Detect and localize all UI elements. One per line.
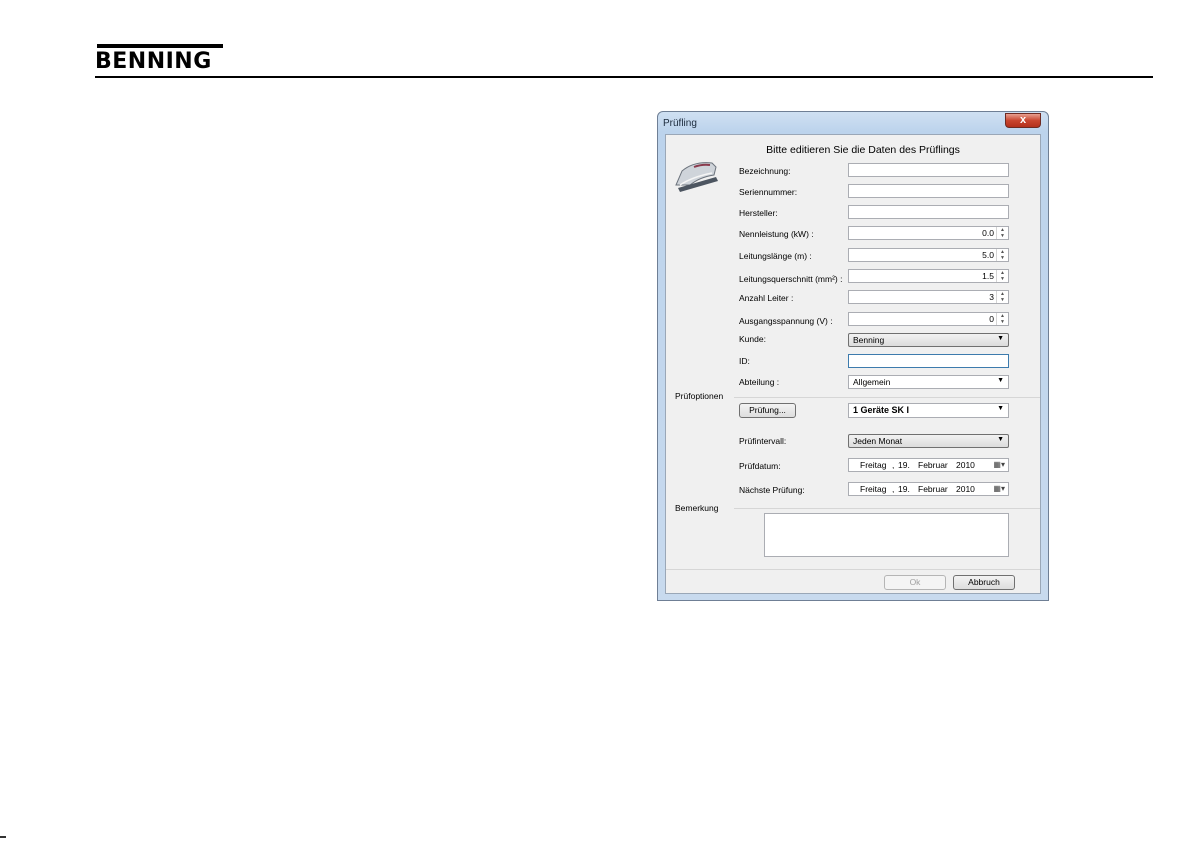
leitungslaenge-stepper[interactable]: 5.0 ▲ ▼	[848, 248, 1009, 262]
bemerkung-separator	[734, 508, 1040, 509]
close-button[interactable]: x	[1005, 113, 1041, 128]
pruefintervall-value: Jeden Monat	[853, 436, 903, 446]
spin-down-icon[interactable]: ▼	[997, 255, 1008, 261]
spin-down-icon[interactable]: ▼	[997, 297, 1008, 303]
spin-down-icon[interactable]: ▼	[997, 233, 1008, 239]
chevron-down-icon: ▼	[997, 335, 1004, 342]
hersteller-label: Hersteller:	[739, 208, 778, 218]
date-comma: ,	[892, 484, 895, 494]
bemerkung-section-label: Bemerkung	[675, 503, 719, 513]
abteilung-value: Allgemein	[853, 377, 891, 387]
ausgangsspannung-stepper[interactable]: 0 ▲ ▼	[848, 312, 1009, 326]
leitungsquerschnitt-label: Leitungsquerschnitt (mm²) :	[739, 274, 843, 284]
chevron-down-icon: ▼	[997, 436, 1004, 443]
spin-down-icon[interactable]: ▼	[997, 319, 1008, 325]
spin-buttons[interactable]: ▲ ▼	[996, 249, 1008, 261]
anzahl-leiter-value: 3	[989, 292, 994, 302]
id-label: ID:	[739, 356, 750, 366]
date-weekday[interactable]: Freitag	[860, 484, 886, 494]
date-day[interactable]: 19.	[898, 484, 910, 494]
kunde-value: Benning	[853, 335, 885, 345]
leitungsquerschnitt-stepper[interactable]: 1.5 ▲ ▼	[848, 269, 1009, 283]
dialog-client-area: Bitte editieren Sie die Daten des Prüfli…	[665, 134, 1041, 594]
date-month[interactable]: Februar	[918, 484, 948, 494]
page-corner-mark	[0, 836, 6, 838]
ausgangsspannung-value: 0	[989, 314, 994, 324]
bezeichnung-label: Bezeichnung:	[739, 166, 791, 176]
pruefintervall-label: Prüfintervall:	[739, 436, 787, 446]
chevron-down-icon: ▼	[997, 377, 1004, 384]
pruefung-button[interactable]: Prüfung...	[739, 403, 796, 418]
leitungslaenge-label: Leitungslänge (m) :	[739, 251, 812, 261]
pruefdatum-label: Prüfdatum:	[739, 461, 781, 471]
spin-down-icon[interactable]: ▼	[997, 276, 1008, 282]
nennleistung-value: 0.0	[982, 228, 994, 238]
pruefintervall-select[interactable]: Jeden Monat ▼	[848, 434, 1009, 448]
pruefung-value: 1 Geräte SK I	[853, 405, 910, 415]
abteilung-select[interactable]: Allgemein ▼	[848, 375, 1009, 389]
anzahl-leiter-label: Anzahl Leiter :	[739, 293, 794, 303]
date-weekday[interactable]: Freitag	[860, 460, 886, 470]
abteilung-label: Abteilung :	[739, 377, 780, 387]
ausgangsspannung-label: Ausgangsspannung (V) :	[739, 316, 833, 326]
date-year[interactable]: 2010	[956, 460, 975, 470]
pruefoptionen-section-label: Prüfoptionen	[675, 391, 724, 401]
spin-buttons[interactable]: ▲ ▼	[996, 313, 1008, 325]
date-month[interactable]: Februar	[918, 460, 948, 470]
header-rule	[95, 76, 1153, 78]
spin-buttons[interactable]: ▲ ▼	[996, 291, 1008, 303]
nennleistung-label: Nennleistung (kW) :	[739, 229, 814, 239]
leitungsquerschnitt-value: 1.5	[982, 271, 994, 281]
pruefdatum-picker[interactable]: Freitag , 19. Februar 2010 ▦▾	[848, 458, 1009, 472]
anzahl-leiter-stepper[interactable]: 3 ▲ ▼	[848, 290, 1009, 304]
logo-text: BENNING	[95, 49, 212, 74]
chevron-down-icon: ▼	[997, 405, 1004, 412]
pruefung-select[interactable]: 1 Geräte SK I ▼	[848, 403, 1009, 418]
close-icon: x	[1019, 114, 1027, 126]
naechste-pruefung-label: Nächste Prüfung:	[739, 485, 805, 495]
ok-button[interactable]: Ok	[884, 575, 946, 590]
seriennummer-field[interactable]	[848, 184, 1009, 198]
id-field[interactable]	[848, 354, 1009, 368]
kunde-select[interactable]: Benning ▼	[848, 333, 1009, 347]
logo-bar	[97, 44, 223, 48]
pruefoptionen-separator	[734, 397, 1040, 398]
hersteller-field[interactable]	[848, 205, 1009, 219]
leitungslaenge-value: 5.0	[982, 250, 994, 260]
nennleistung-stepper[interactable]: 0.0 ▲ ▼	[848, 226, 1009, 240]
bezeichnung-field[interactable]	[848, 163, 1009, 177]
spin-buttons[interactable]: ▲ ▼	[996, 270, 1008, 282]
kunde-label: Kunde:	[739, 334, 766, 344]
date-comma: ,	[892, 460, 895, 470]
dialog-title: Prüfling	[663, 118, 697, 129]
calendar-icon[interactable]: ▦▾	[993, 484, 1005, 493]
calendar-icon[interactable]: ▦▾	[993, 460, 1005, 469]
seriennummer-label: Seriennummer:	[739, 187, 798, 197]
cancel-button[interactable]: Abbruch	[953, 575, 1015, 590]
dialog-heading: Bitte editieren Sie die Daten des Prüfli…	[766, 144, 960, 156]
naechste-pruefung-picker[interactable]: Freitag , 19. Februar 2010 ▦▾	[848, 482, 1009, 496]
footer-separator	[666, 569, 1040, 570]
date-day[interactable]: 19.	[898, 460, 910, 470]
bemerkung-textarea[interactable]	[764, 513, 1009, 557]
spin-buttons[interactable]: ▲ ▼	[996, 227, 1008, 239]
benning-logo: BENNING	[95, 44, 225, 74]
pruefling-dialog: Prüfling x Bitte editieren Sie die Daten…	[657, 111, 1049, 601]
iron-icon	[675, 162, 718, 192]
date-year[interactable]: 2010	[956, 484, 975, 494]
